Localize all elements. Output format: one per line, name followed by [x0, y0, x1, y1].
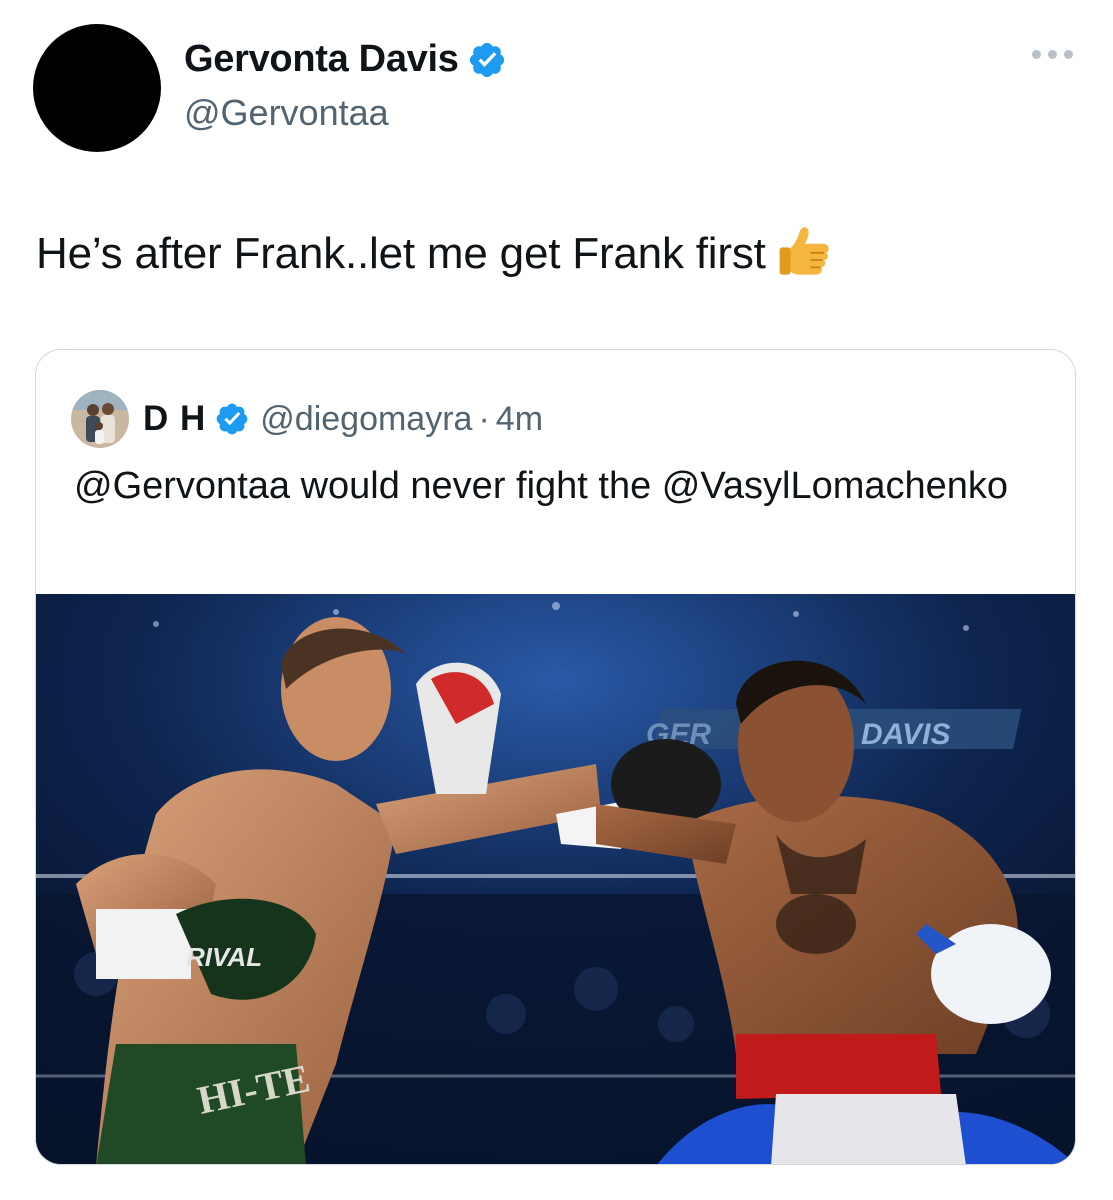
separator-dot: · [478, 399, 490, 438]
quoted-tweet-header: D H @diegomayra · 4m [71, 390, 543, 448]
tweet-text-content: He’s after Frank..let me get Frank first [36, 229, 766, 278]
quoted-tweet-text: @Gervontaa would never fight the @VasylL… [74, 465, 1009, 507]
author-display-name[interactable]: Gervonta Davis [184, 38, 459, 81]
quoted-timestamp[interactable]: 4m [496, 400, 543, 439]
quoted-author-display-name[interactable]: D H [143, 399, 206, 439]
author-handle[interactable]: @Gervontaa [184, 92, 389, 134]
quoted-tweet-media-image[interactable]: GER DAVIS RIVAL HI-TE [36, 594, 1076, 1165]
glove-brand-text: RIVAL [186, 942, 262, 972]
more-dot [1048, 50, 1057, 59]
family-photo-avatar [71, 390, 129, 448]
tweet-text: He’s after Frank..let me get Frank first [36, 222, 834, 284]
more-dot [1032, 50, 1041, 59]
quoted-author-avatar[interactable] [71, 390, 129, 448]
author-avatar[interactable] [33, 24, 161, 152]
banner-right-text: DAVIS [861, 718, 950, 751]
thumbs-up-icon [779, 227, 829, 275]
more-dot [1064, 50, 1073, 59]
more-options-icon[interactable] [1032, 50, 1073, 59]
verified-badge-icon [469, 42, 504, 77]
author-name-row: Gervonta Davis [184, 38, 507, 81]
quoted-author-handle[interactable]: @diegomayra [260, 400, 472, 439]
quoted-verified-badge-icon [216, 403, 248, 435]
quoted-tweet-card[interactable]: D H @diegomayra · 4m @Gervontaa would ne… [35, 349, 1076, 1165]
